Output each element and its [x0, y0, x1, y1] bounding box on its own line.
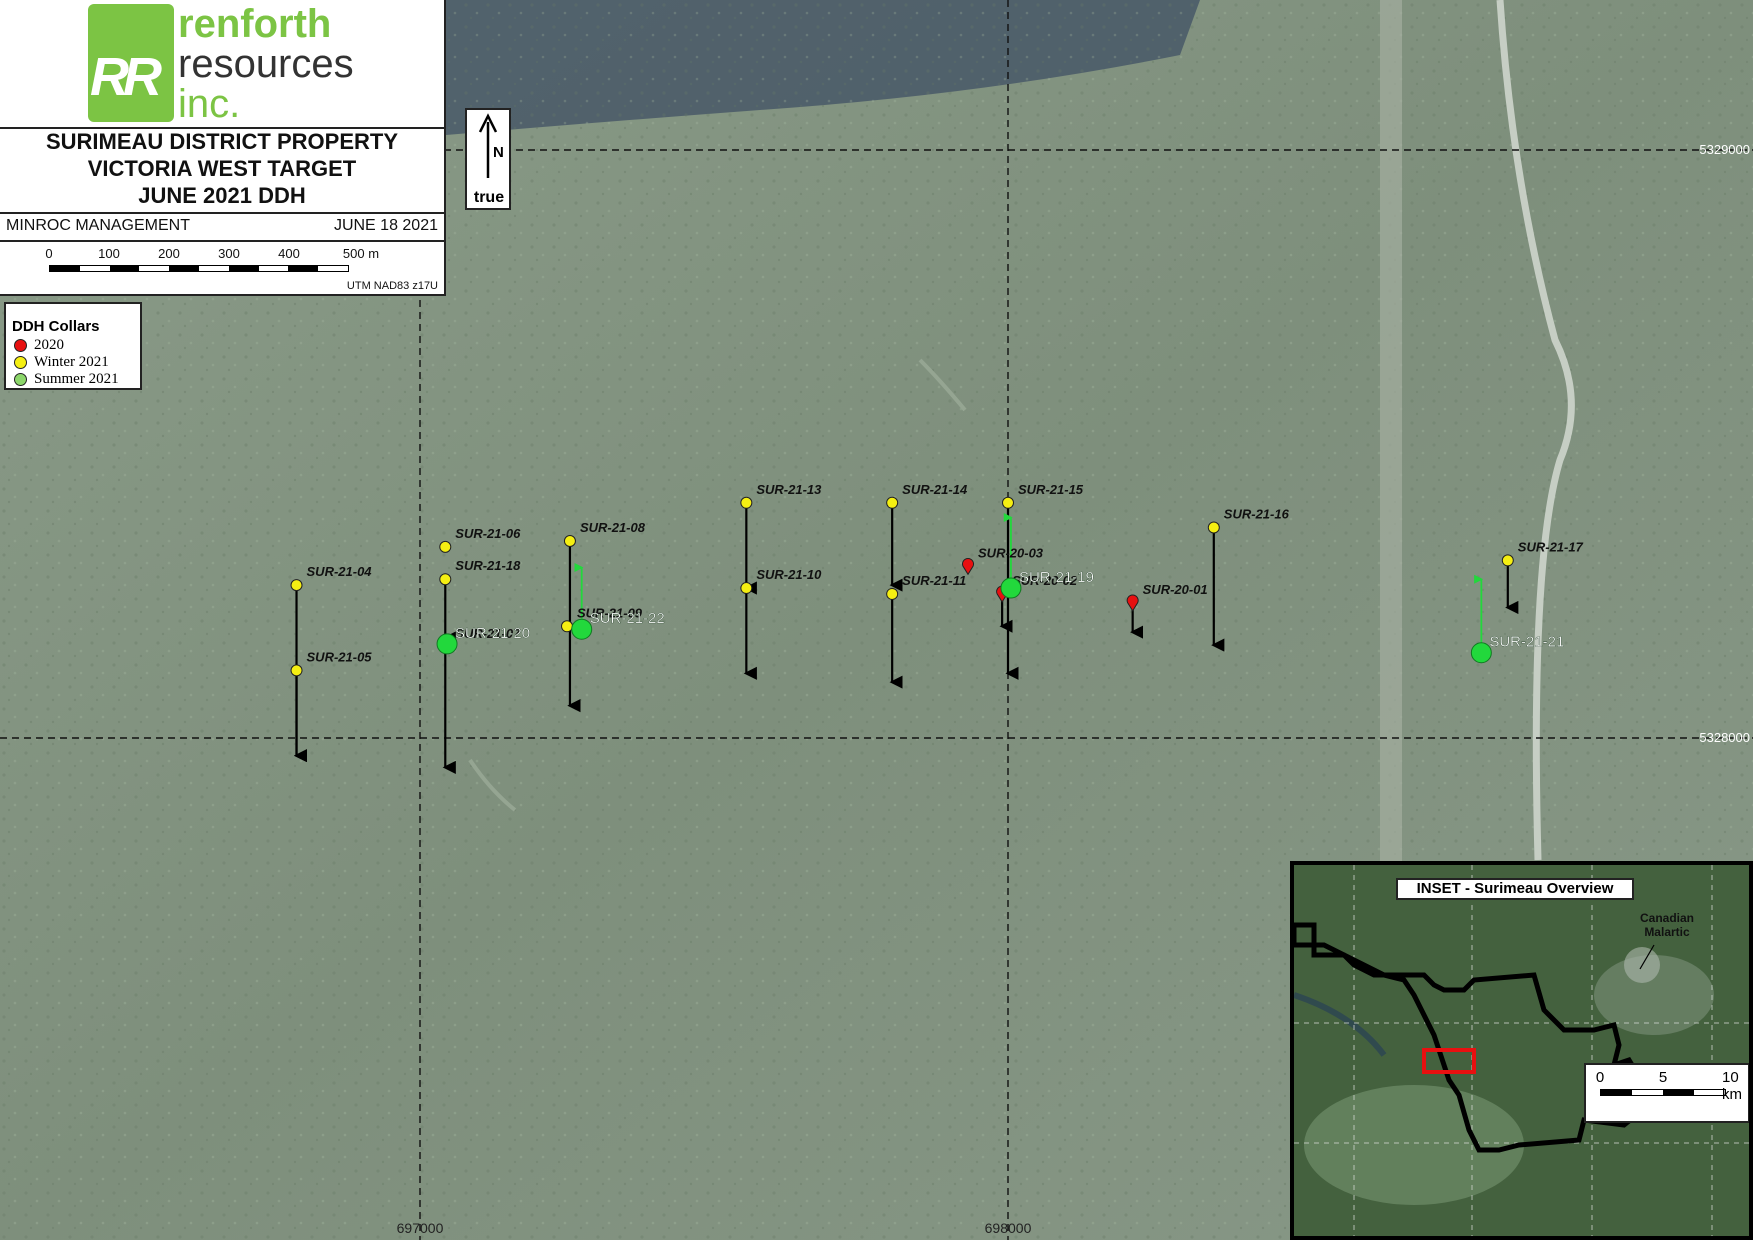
- company-logo: RR renforth resources inc.: [0, 0, 444, 129]
- logo-line-1: renforth: [178, 2, 332, 46]
- collar-label: SUR-21-17: [1518, 539, 1584, 554]
- collar-label: SUR-21-22: [590, 610, 665, 627]
- collar-label: SUR-21-13: [756, 482, 822, 497]
- scale-bar: [49, 265, 349, 272]
- yellow-dot-icon: [561, 620, 573, 633]
- collar-label: SUR-21-04: [307, 564, 373, 579]
- scale-tick-label: 200: [158, 246, 180, 261]
- easting-label: 697000: [397, 1220, 444, 1236]
- map-date: JUNE 18 2021: [333, 217, 438, 234]
- author: MINROC MANAGEMENT: [6, 217, 190, 234]
- green-dot-icon: [1000, 577, 1022, 599]
- yellow-dot-icon: [439, 540, 452, 553]
- collar-label: SUR-21-21: [1489, 634, 1564, 651]
- collar-label: SUR-21-19: [1019, 569, 1094, 586]
- collar-label: SUR-20-03: [978, 545, 1044, 560]
- easting-label: 698000: [985, 1220, 1032, 1236]
- yellow-dot-icon: [290, 664, 303, 677]
- place-label: Canadian Malartic: [1639, 911, 1694, 939]
- northing-label: 5329000: [1699, 142, 1750, 157]
- yellow-dot-icon: [14, 356, 27, 369]
- yellow-dot-icon: [740, 582, 753, 595]
- collar-label: SUR-20-01: [1143, 582, 1208, 597]
- legend: DDH Collars 2020 Winter 2021 Summer 2021: [4, 302, 142, 390]
- green-dot-icon: [436, 633, 458, 655]
- collar-label: SUR-21-06: [455, 526, 521, 541]
- yellow-dot-icon: [1002, 496, 1014, 509]
- scale-tick-label: 100: [98, 246, 120, 261]
- north-type: true: [473, 189, 505, 206]
- legend-item-summer-2021: Summer 2021: [14, 371, 119, 388]
- legend-title: DDH Collars: [12, 318, 100, 335]
- inset-scale: 0 5 10 km: [1584, 1063, 1749, 1123]
- north-arrow: N true: [465, 108, 511, 210]
- collar-label: SUR-21-10: [756, 567, 822, 582]
- collar-label: SUR-21-20: [455, 625, 530, 642]
- collar-label: SUR-21-14: [902, 482, 968, 497]
- yellow-dot-icon: [563, 535, 576, 548]
- yellow-dot-icon: [290, 579, 303, 592]
- yellow-dot-icon: [740, 496, 753, 509]
- northing-label: 5328000: [1699, 730, 1750, 745]
- green-dot-icon: [571, 618, 593, 640]
- collar-label: SUR-21-08: [580, 520, 646, 535]
- title-line-2: VICTORIA WEST TARGET: [87, 156, 357, 181]
- yellow-dot-icon: [439, 573, 452, 586]
- map-title: SURIMEAU DISTRICT PROPERTY VICTORIA WEST…: [0, 128, 444, 214]
- logo-line-3: inc.: [178, 82, 241, 126]
- yellow-dot-icon: [1501, 554, 1514, 567]
- scale-tick-label: 0: [45, 246, 53, 261]
- logo-mark: RR: [88, 4, 174, 122]
- collar-label: SUR-21-11: [902, 573, 966, 588]
- green-dot-icon: [14, 373, 27, 386]
- legend-item-winter-2021: Winter 2021: [14, 354, 109, 371]
- logo-line-2: resources: [178, 42, 354, 86]
- scale-tick-label: 400: [278, 246, 300, 261]
- title-line-1: SURIMEAU DISTRICT PROPERTY: [45, 129, 399, 154]
- collar-label: SUR-21-15: [1018, 482, 1084, 497]
- inset-map[interactable]: INSET - Surimeau Overview Canadian Malar…: [1290, 861, 1753, 1240]
- yellow-dot-icon: [886, 496, 899, 509]
- red-dot-icon: [14, 339, 27, 352]
- title-line-3: JUNE 2021 DDH: [138, 183, 306, 208]
- title-panel: RR renforth resources inc. SURIMEAU DIST…: [0, 0, 446, 296]
- scale-tick-label: 300: [218, 246, 240, 261]
- collar-label: SUR-21-16: [1224, 506, 1290, 521]
- green-dot-icon: [1470, 642, 1492, 664]
- projection-label: UTM NAD83 z17U: [346, 280, 438, 292]
- yellow-dot-icon: [1207, 521, 1220, 534]
- collar-label: SUR-21-05: [307, 649, 373, 664]
- yellow-dot-icon: [886, 587, 899, 600]
- inset-title: INSET - Surimeau Overview: [1396, 878, 1634, 900]
- collar-label: SUR-21-18: [455, 558, 521, 573]
- legend-item-2020: 2020: [14, 337, 64, 354]
- north-letter: N: [493, 144, 504, 161]
- scale-tick-label: 500 m: [342, 246, 380, 261]
